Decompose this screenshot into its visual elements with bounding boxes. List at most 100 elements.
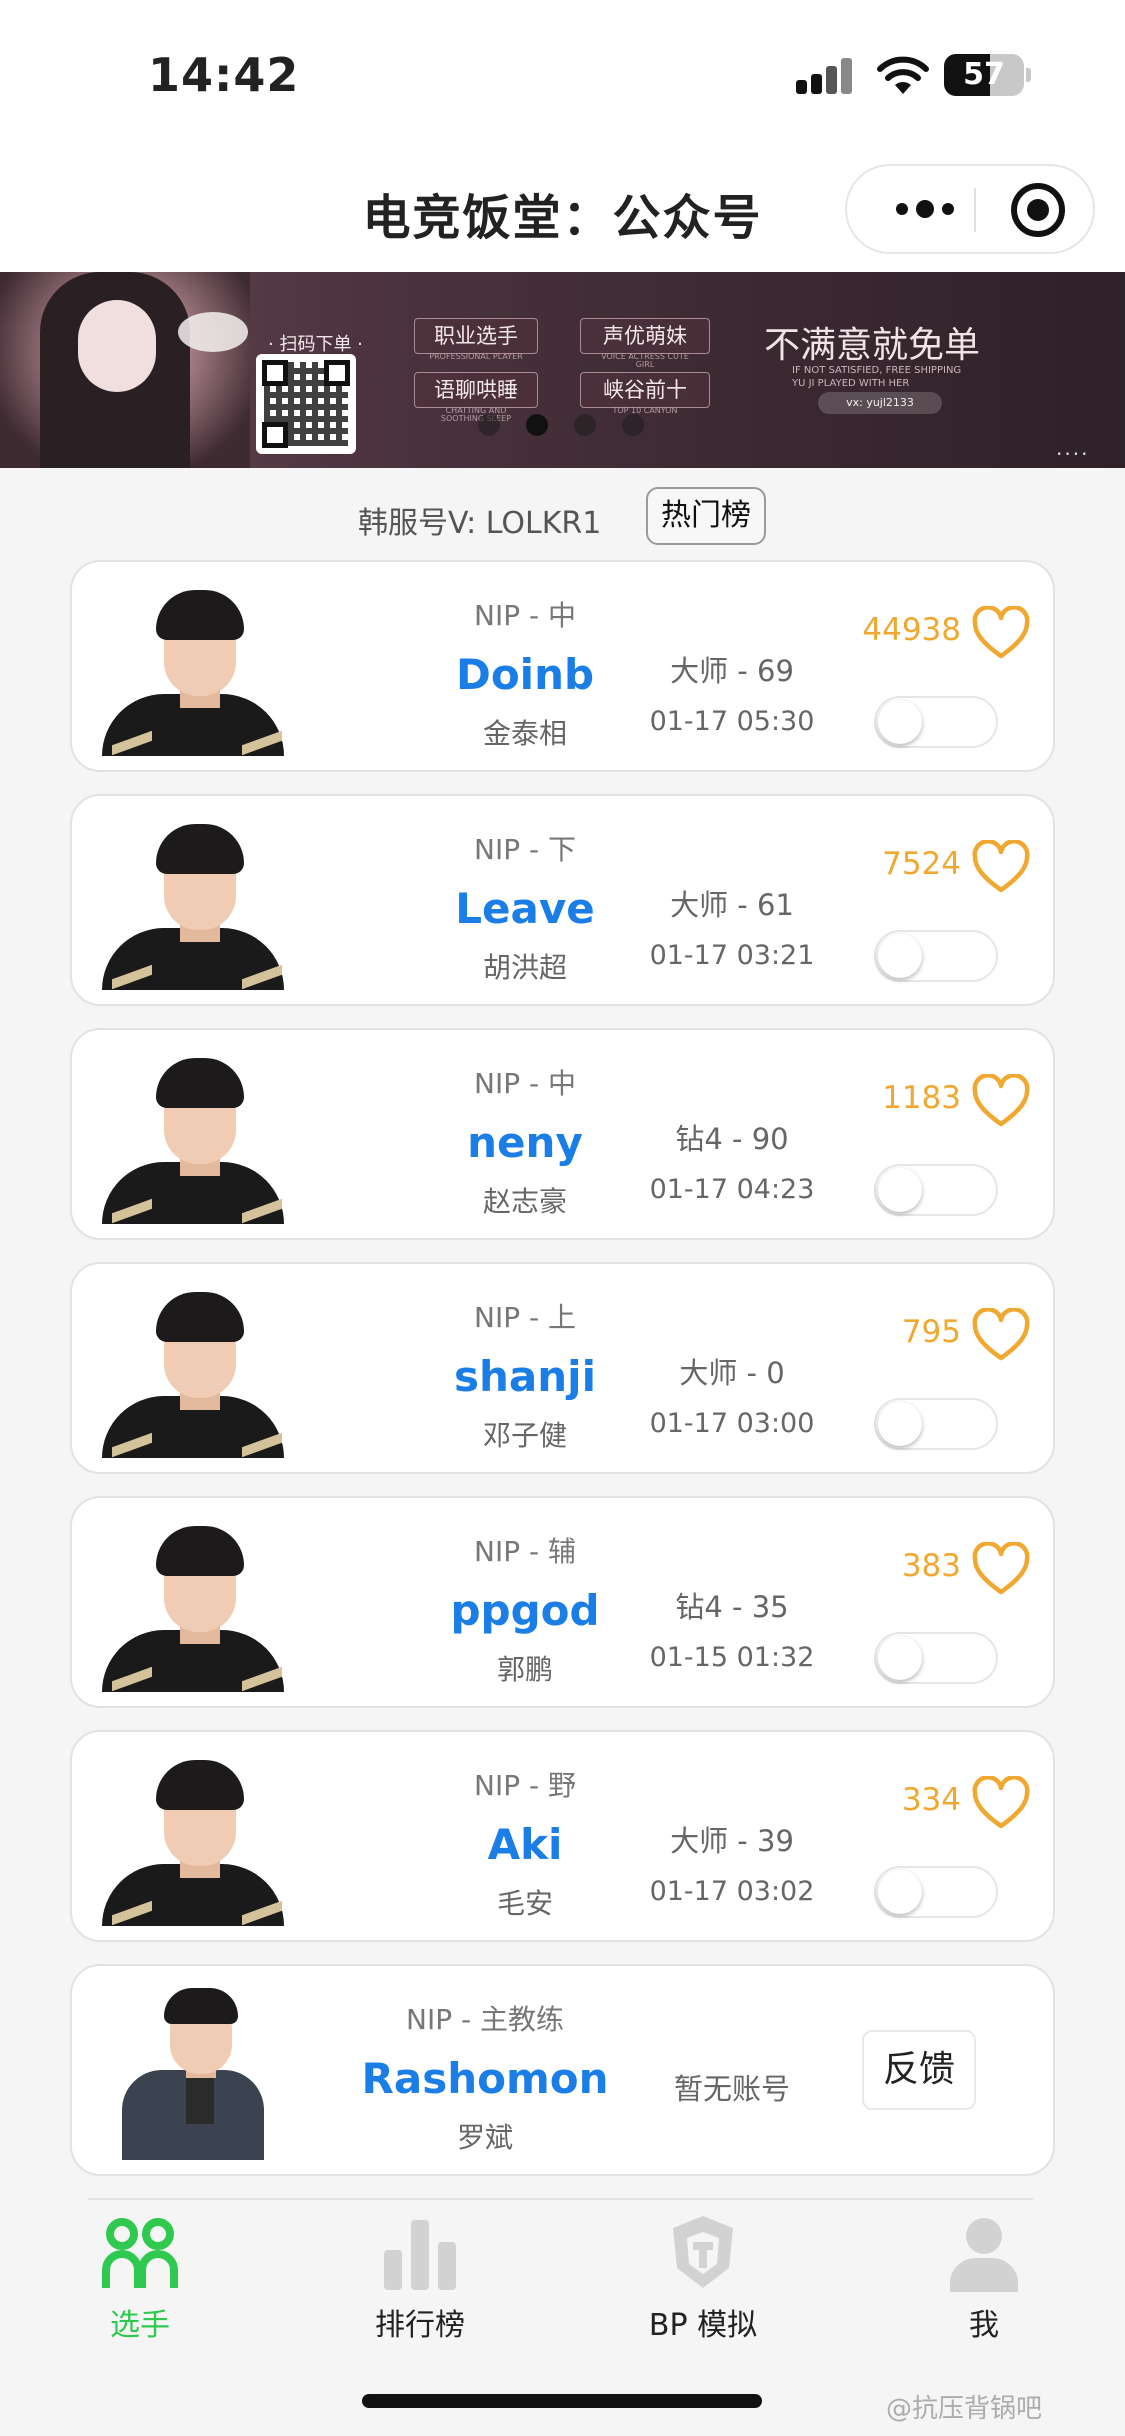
players-icon <box>102 2218 178 2288</box>
player-updated-time: 01-17 03:00 <box>649 1408 815 1439</box>
heart-icon[interactable] <box>971 840 1031 896</box>
tab-players[interactable]: 选手 <box>40 2212 240 2343</box>
player-team-role: NIP - 上 <box>474 1301 576 1334</box>
subscribe-toggle[interactable] <box>874 1632 998 1684</box>
hot-ranking-button[interactable]: 热门榜 <box>646 487 766 545</box>
player-team-role: NIP - 辅 <box>474 1535 576 1568</box>
no-account-status: 暂无账号 <box>673 2072 790 2106</box>
home-indicator[interactable] <box>362 2394 762 2408</box>
feedback-button[interactable]: 反馈 <box>862 2030 976 2110</box>
subscribe-toggle[interactable] <box>874 1164 998 1216</box>
player-updated-time: 01-17 04:23 <box>649 1174 815 1205</box>
subscribe-toggle[interactable] <box>874 930 998 982</box>
player-photo <box>102 580 292 756</box>
coach-photo <box>102 1984 292 2160</box>
like-count: 7524 <box>882 846 961 882</box>
banner-pill: 语聊哄睡 CHATTING AND SOOTHING SLEEP <box>414 372 538 423</box>
like-count: 795 <box>901 1314 961 1350</box>
helmet-icon <box>673 2216 733 2288</box>
tab-label: 选手 <box>110 2308 170 2343</box>
like-count: 44938 <box>862 612 961 648</box>
player-photo <box>102 1282 292 1458</box>
status-time: 14:42 <box>148 48 300 102</box>
banner-slogan: 不满意就免单 <box>764 325 981 366</box>
player-photo <box>102 1048 292 1224</box>
player-card[interactable]: NIP - 中 neny 赵志豪 钻4 - 90 01-17 04:23 118… <box>70 1028 1055 1240</box>
battery-icon: 57 <box>944 54 1024 96</box>
watermark: @抗压背锅吧 <box>886 2394 1043 2424</box>
player-team-role: NIP - 中 <box>474 599 576 632</box>
qr-code-icon <box>256 354 356 454</box>
status-bar: 14:42 57 <box>0 0 1125 140</box>
more-icon[interactable] <box>877 166 972 252</box>
banner-pill: 职业选手 PROFESSIONAL PLAYER <box>414 318 538 361</box>
heart-icon[interactable] <box>971 1308 1031 1364</box>
tab-label: BP 模拟 <box>648 2308 758 2343</box>
player-rank: 钻4 - 90 <box>675 1122 789 1156</box>
like-count: 334 <box>901 1782 961 1818</box>
heart-icon[interactable] <box>971 1542 1031 1598</box>
carousel-dot-active[interactable] <box>526 414 548 436</box>
close-target-icon[interactable] <box>1011 183 1065 237</box>
heart-icon[interactable] <box>971 1074 1031 1130</box>
player-updated-time: 01-17 03:21 <box>649 940 815 971</box>
player-team-role: NIP - 野 <box>474 1769 576 1802</box>
toggle-knob <box>878 1168 922 1212</box>
toggle-knob <box>878 1870 922 1914</box>
capsule-divider <box>974 188 976 232</box>
player-updated-time: 01-15 01:32 <box>649 1642 815 1673</box>
player-card[interactable]: NIP - 上 shanji 邓子健 大师 - 0 01-17 03:00 79… <box>70 1262 1055 1474</box>
tab-bp-simulation[interactable]: BP 模拟 <box>603 2212 803 2343</box>
coach-real-name: 罗斌 <box>456 2121 513 2154</box>
toggle-knob <box>878 1636 922 1680</box>
battery-tip <box>1026 68 1031 82</box>
player-rank: 大师 - 39 <box>670 1824 794 1858</box>
player-rank: 大师 - 0 <box>679 1356 785 1390</box>
carousel-dot[interactable] <box>478 414 500 436</box>
player-team-role: NIP - 下 <box>474 833 576 866</box>
battery-level: 57 <box>963 57 1005 92</box>
player-rank: 大师 - 69 <box>670 654 794 688</box>
player-photo <box>102 814 292 990</box>
tab-leaderboard[interactable]: 排行榜 <box>320 2212 520 2343</box>
miniprogram-capsule <box>845 164 1095 254</box>
banner-wx-id: vx: yujl2133 <box>818 392 942 414</box>
toggle-knob <box>878 1402 922 1446</box>
player-photo <box>102 1516 292 1692</box>
banner-pill: 声优萌妹 VOICE ACTRESS CUTE GIRL <box>580 318 710 369</box>
player-photo <box>102 1750 292 1926</box>
player-card[interactable]: NIP - 野 Aki 毛安 大师 - 39 01-17 03:02 334 <box>70 1730 1055 1942</box>
player-card[interactable]: NIP - 中 Doinb 金泰相 大师 - 69 01-17 05:30 44… <box>70 560 1055 772</box>
player-updated-time: 01-17 03:02 <box>649 1876 815 1907</box>
bar-chart-icon <box>384 2220 456 2290</box>
subscribe-toggle[interactable] <box>874 1866 998 1918</box>
like-count: 1183 <box>882 1080 961 1116</box>
carousel-dot[interactable] <box>574 414 596 436</box>
subscribe-toggle[interactable] <box>874 696 998 748</box>
info-row: 韩服号V: LOLKR1 热门榜 <box>0 484 1125 545</box>
user-icon <box>950 2218 1018 2292</box>
tab-me[interactable]: 我 <box>884 2212 1084 2343</box>
carousel-dots[interactable] <box>478 414 644 436</box>
carousel-dot[interactable] <box>622 414 644 436</box>
coach-card[interactable]: NIP - 主教练 Rashomon 罗斌 暂无账号 反馈 <box>70 1964 1055 2176</box>
player-card[interactable]: NIP - 辅 ppgod 郭鹏 钻4 - 35 01-15 01:32 383 <box>70 1496 1055 1708</box>
heart-icon[interactable] <box>971 606 1031 662</box>
cellular-signal-icon <box>796 58 854 94</box>
coach-name[interactable]: Rashomon <box>292 2054 678 2103</box>
nav-bar: 电竞饭堂：公众号 <box>0 140 1125 272</box>
player-card[interactable]: NIP - 下 Leave 胡洪超 大师 - 61 01-17 03:21 75… <box>70 794 1055 1006</box>
banner-more-indicator: ···· <box>1056 442 1090 466</box>
player-team-role: NIP - 中 <box>474 1067 576 1100</box>
toggle-knob <box>878 700 922 744</box>
subscribe-toggle[interactable] <box>874 1398 998 1450</box>
banner-subtitle: IF NOT SATISFIED, FREE SHIPPING YU JI PLA… <box>792 365 962 389</box>
like-count: 383 <box>901 1548 961 1584</box>
tab-label: 我 <box>969 2308 999 2343</box>
heart-icon[interactable] <box>971 1776 1031 1832</box>
player-updated-time: 01-17 05:30 <box>649 706 815 737</box>
player-rank: 大师 - 61 <box>670 888 794 922</box>
promo-banner[interactable]: · 扫码下单 · 职业选手 PROFESSIONAL PLAYER 声优萌妹 VOI… <box>0 272 1125 468</box>
coach-team-role: NIP - 主教练 <box>406 2003 564 2036</box>
toggle-knob <box>878 934 922 978</box>
